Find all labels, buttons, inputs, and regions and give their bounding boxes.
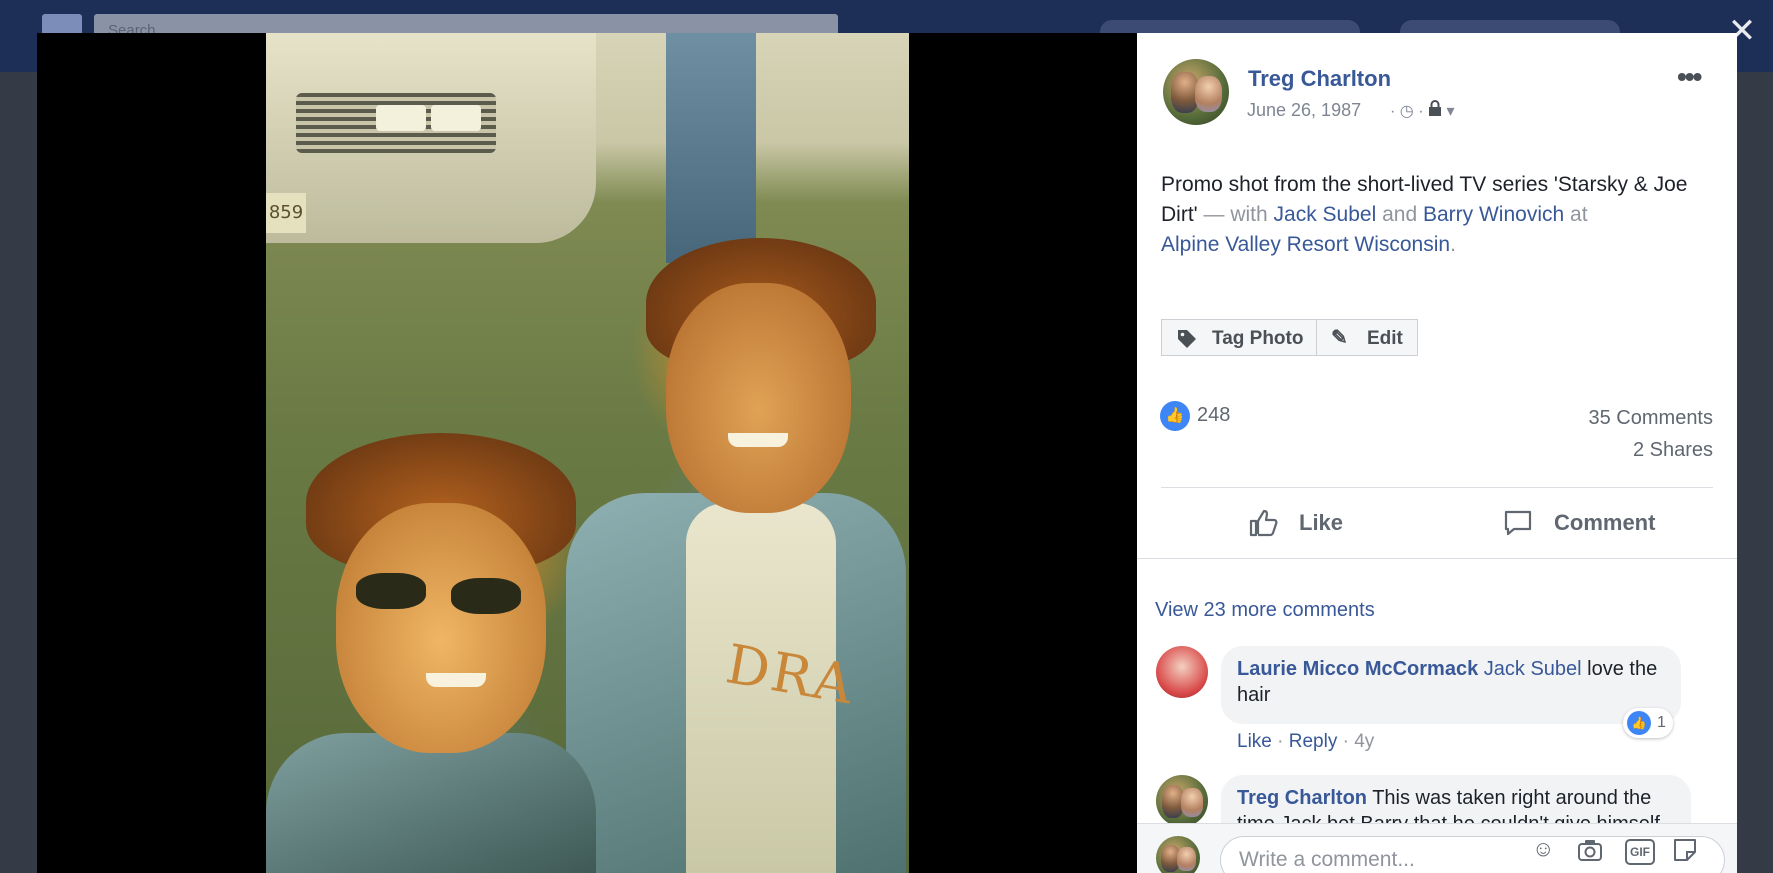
divider <box>1161 487 1713 488</box>
comment-age[interactable]: 4y <box>1354 731 1374 752</box>
caption-with: — with <box>1197 203 1274 226</box>
like-reaction-icon: 👍 <box>1627 711 1651 735</box>
location-link[interactable]: Alpine Valley Resort Wisconsin <box>1161 233 1450 256</box>
pencil-icon: ✎ <box>1331 327 1348 349</box>
comment-button[interactable]: Comment <box>1492 503 1672 543</box>
more-icon[interactable]: ••• <box>1677 61 1702 93</box>
post-side-panel: Treg Charlton June 26, 1987 · ◷ · ▾ ••• … <box>1137 33 1737 873</box>
photo-smile-left <box>426 673 486 687</box>
commenter-avatar[interactable] <box>1156 775 1208 827</box>
clock-icon: ◷ <box>1399 103 1414 120</box>
like-button[interactable]: Like <box>1237 503 1397 543</box>
comment-tag[interactable]: Jack Subel <box>1484 658 1582 680</box>
separator: · <box>1342 731 1355 752</box>
photo-smile-right <box>728 433 788 447</box>
commenter-avatar[interactable] <box>1156 646 1208 698</box>
comment-reactions[interactable]: 👍 1 <box>1623 708 1673 738</box>
comments-count[interactable]: 35 Comments <box>1589 407 1714 430</box>
photo-headlight <box>376 105 426 131</box>
comment-icon <box>1502 503 1534 550</box>
photo-denim-jacket-left <box>266 733 596 873</box>
comment-reaction-count: 1 <box>1657 714 1666 731</box>
gif-icon[interactable]: GIF <box>1625 839 1655 865</box>
separator: · <box>1277 731 1289 752</box>
post-caption: Promo shot from the short-lived TV serie… <box>1161 170 1721 260</box>
photo-headlight <box>431 105 481 131</box>
photo-license-plate: 859 <box>266 193 306 233</box>
photo-sunglasses <box>356 573 426 609</box>
photo-face-left <box>336 503 546 753</box>
comment-composer: Write a comment... ☺ GIF <box>1137 823 1737 873</box>
caption-and: and <box>1376 203 1423 226</box>
separator: · <box>1418 103 1424 120</box>
edit-button[interactable]: ✎ Edit <box>1316 319 1418 356</box>
like-reaction-icon[interactable]: 👍 <box>1160 401 1190 431</box>
tag-photo-button[interactable]: Tag Photo <box>1161 319 1317 356</box>
post-privacy[interactable]: · ◷ · ▾ <box>1390 100 1454 121</box>
photo[interactable]: 859 DRA <box>266 33 909 873</box>
tag-icon <box>1176 320 1198 363</box>
caption-at: at <box>1564 203 1588 226</box>
shares-count[interactable]: 2 Shares <box>1633 439 1713 462</box>
comment-author[interactable]: Treg Charlton <box>1237 787 1367 809</box>
like-label: Like <box>1299 510 1344 535</box>
like-icon <box>1247 503 1279 550</box>
photo-stage: 859 DRA <box>37 33 1137 873</box>
caption-end: . <box>1450 233 1456 256</box>
comment-author[interactable]: Laurie Micco McCormack <box>1237 658 1478 680</box>
view-more-comments-link[interactable]: View 23 more comments <box>1155 599 1375 622</box>
photo-background-person <box>666 33 756 263</box>
lock-icon <box>1428 100 1446 120</box>
photo-face-right <box>666 283 851 513</box>
camera-icon[interactable] <box>1577 836 1603 868</box>
comment-actions: Like · Reply · 4y <box>1237 731 1374 753</box>
edit-label: Edit <box>1367 328 1403 349</box>
post-date[interactable]: June 26, 1987 <box>1247 100 1361 121</box>
tagged-person-2[interactable]: Barry Winovich <box>1423 203 1564 226</box>
emoji-icon[interactable]: ☺ <box>1532 836 1554 862</box>
comments-list: View 23 more comments Laurie Micco McCor… <box>1137 558 1737 873</box>
current-user-avatar <box>1156 836 1200 873</box>
comment-like-link[interactable]: Like <box>1237 731 1272 752</box>
comment-label: Comment <box>1554 510 1656 535</box>
like-count[interactable]: 248 <box>1197 404 1230 427</box>
chevron-down-icon[interactable]: ▾ <box>1446 103 1454 120</box>
photo-sunglasses <box>451 578 521 614</box>
tagged-person-1[interactable]: Jack Subel <box>1274 203 1377 226</box>
tag-photo-label: Tag Photo <box>1212 328 1304 349</box>
comment-bubble: Laurie Micco McCormack Jack Subel love t… <box>1221 646 1681 724</box>
separator: · <box>1390 103 1396 120</box>
author-avatar[interactable] <box>1163 59 1229 125</box>
comment-reply-link[interactable]: Reply <box>1289 731 1338 752</box>
sticker-icon[interactable] <box>1672 836 1698 869</box>
author-name[interactable]: Treg Charlton <box>1248 66 1391 92</box>
